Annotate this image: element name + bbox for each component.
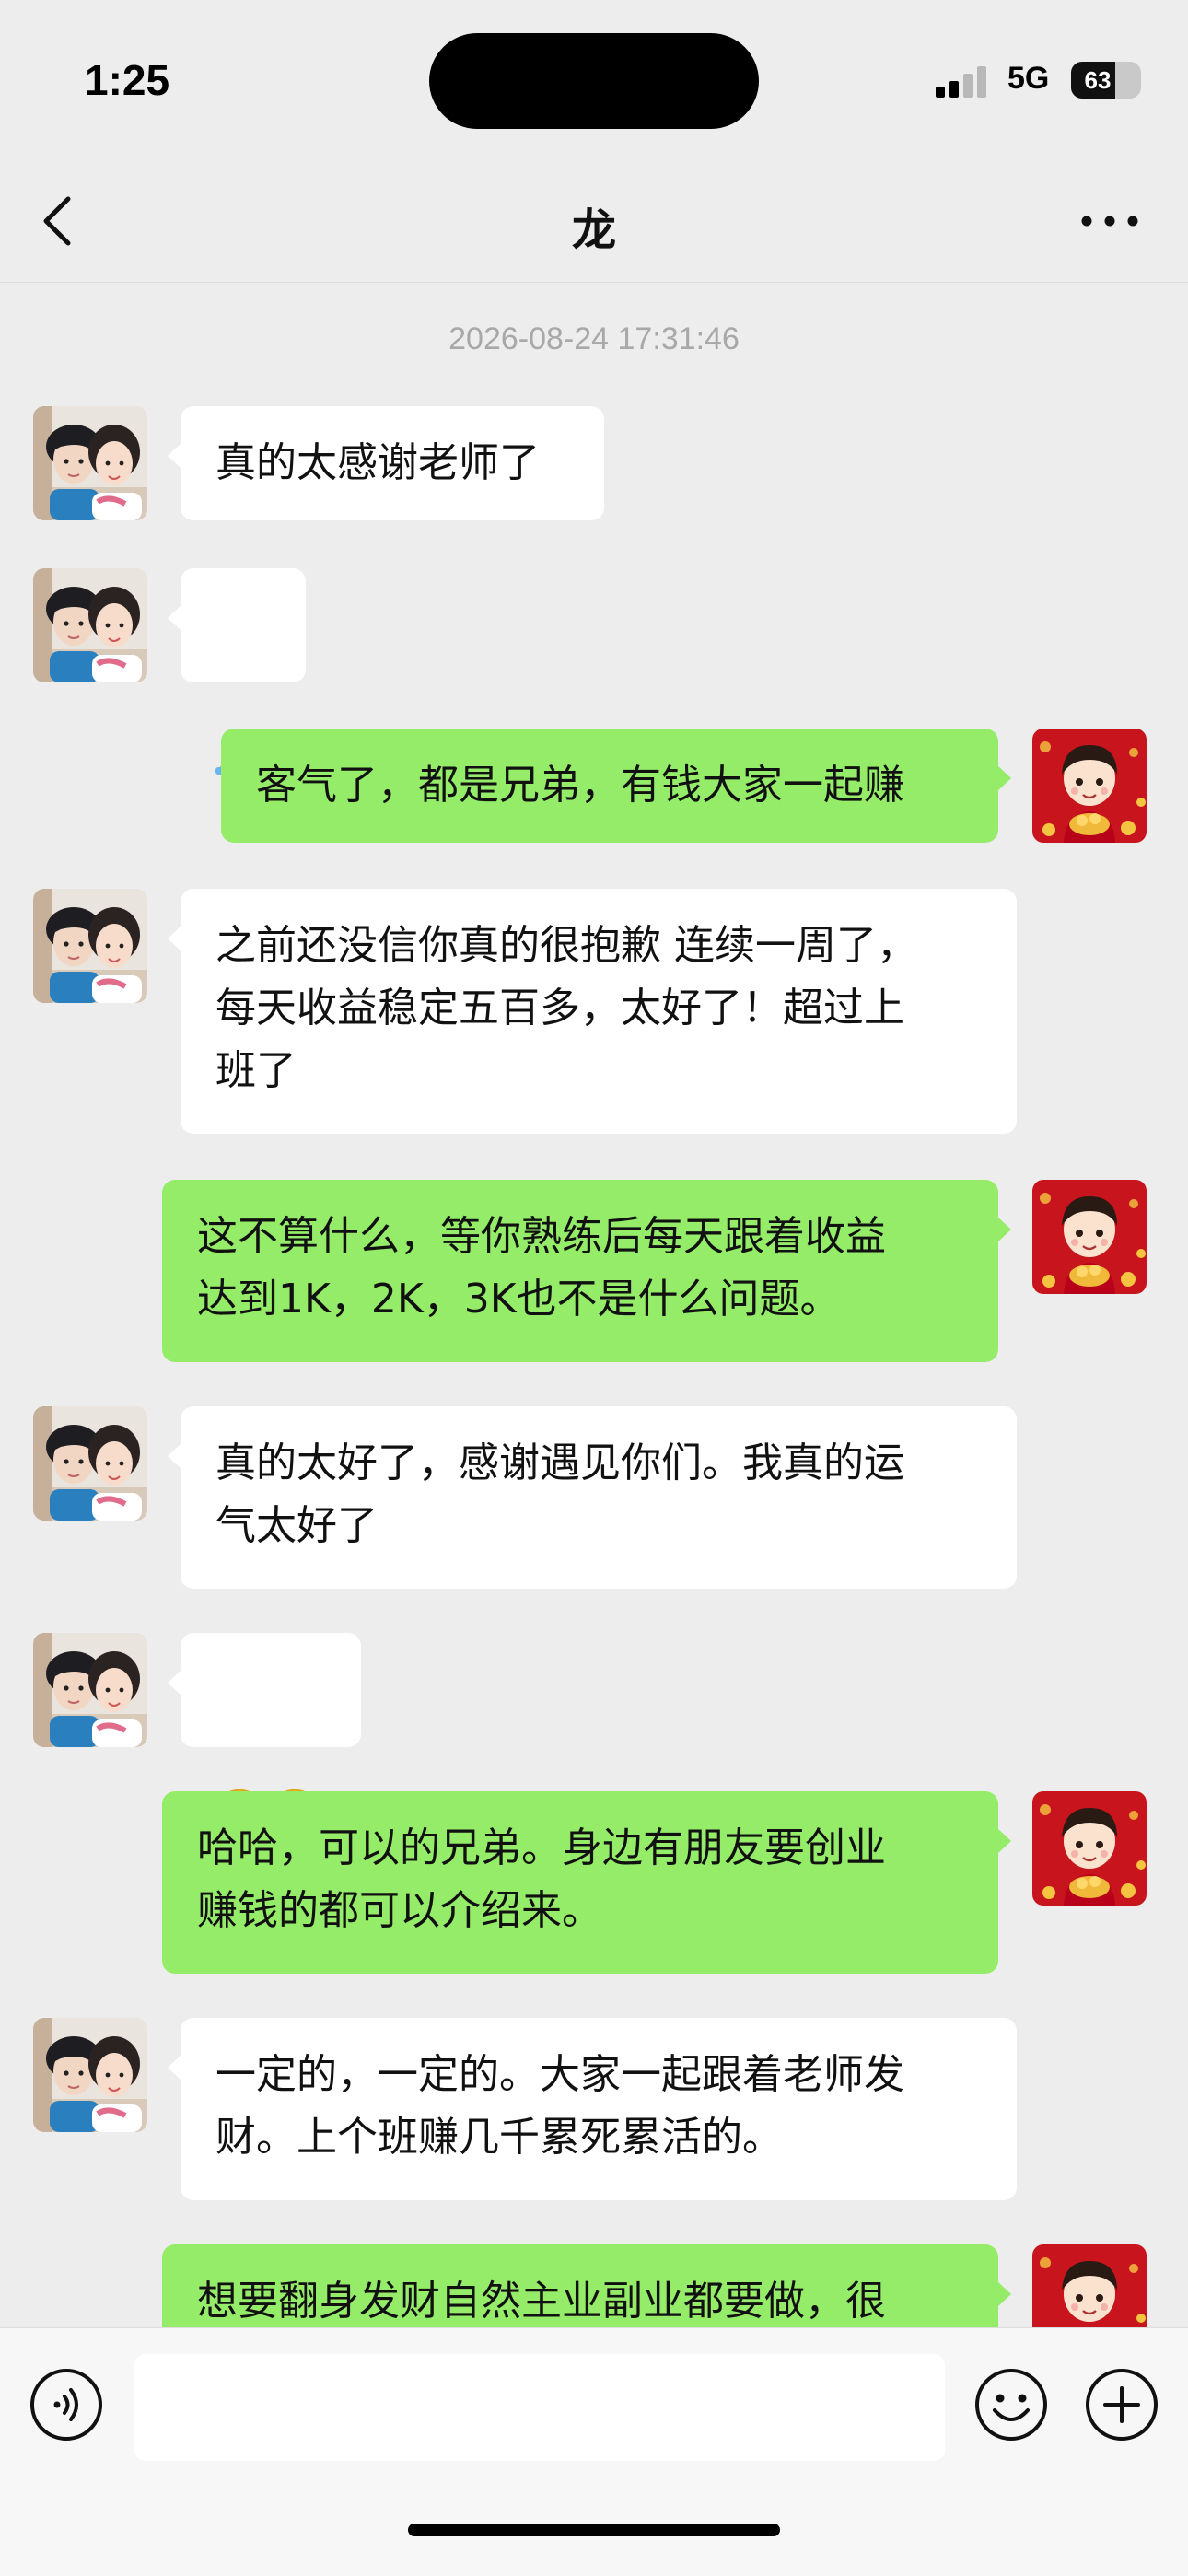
more-button[interactable] — [1077, 203, 1142, 239]
nav-bar: 龙 — [0, 157, 1188, 286]
more-actions-button[interactable] — [1085, 2368, 1159, 2442]
signal-icon — [936, 64, 989, 98]
contact-avatar-image — [33, 406, 147, 520]
network-type: 5G — [1007, 61, 1050, 96]
message-bubble-incoming[interactable]: 一定的，一定的。大家一起跟着老师发 财。上个班赚几千累死累活的。 — [168, 2018, 1017, 2200]
contact-avatar-image — [33, 889, 147, 1003]
contact-avatar[interactable] — [33, 568, 147, 682]
contact-avatar[interactable] — [33, 406, 147, 520]
user-avatar[interactable] — [1032, 729, 1147, 843]
message-bubble-incoming[interactable] — [168, 568, 306, 775]
message-bubble-outgoing[interactable]: 这不算什么，等你熟练后每天跟着收益 达到1K，2K，3K也不是什么问题。 — [162, 1180, 1011, 1362]
contact-avatar-image — [33, 2018, 147, 2132]
contact-avatar-image — [33, 1633, 147, 1747]
input-bar — [0, 2327, 1188, 2576]
contact-avatar[interactable] — [33, 889, 147, 1003]
user-avatar[interactable] — [1032, 1180, 1147, 1294]
voice-button[interactable] — [29, 2368, 103, 2442]
message-bubble-incoming[interactable]: 之前还没信你真的很抱歉 连续一周了， 每天收益稳定五百多，太好了！超过上 班了 — [168, 889, 1017, 1134]
dynamic-island — [429, 33, 759, 129]
message-bubble-outgoing[interactable]: 客气了，都是兄弟，有钱大家一起赚 — [221, 729, 1011, 843]
contact-avatar[interactable] — [33, 1633, 147, 1747]
home-indicator[interactable] — [408, 2524, 780, 2536]
plus-icon — [1086, 2369, 1158, 2441]
battery-level: 63 — [1084, 66, 1112, 94]
user-avatar-image — [1032, 729, 1147, 843]
emoji-button[interactable] — [974, 2368, 1048, 2442]
status-time: 1:25 — [85, 56, 170, 104]
status-bar: 1:25 5G 63 — [0, 0, 1188, 157]
user-avatar-image — [1032, 2244, 1147, 2327]
message-list[interactable]: 2026-08-24 17:31:46 真的太感谢老师了 客气了，都是兄弟，有钱… — [0, 283, 1188, 2327]
message-bubble-outgoing[interactable]: 哈哈，可以的兄弟。身边有朋友要创业 赚钱的都可以介绍来。 — [162, 1791, 1011, 1974]
contact-avatar-image — [33, 1406, 147, 1521]
message-input[interactable] — [134, 2354, 945, 2461]
voice-icon — [30, 2369, 102, 2441]
chat-title: 龙 — [571, 204, 616, 256]
chat-timestamp: 2026-08-24 17:31:46 — [448, 321, 740, 356]
user-avatar[interactable] — [1032, 2244, 1147, 2327]
user-avatar-image — [1032, 1180, 1147, 1294]
more-horizontal-icon — [1081, 216, 1138, 227]
message-bubble-incoming[interactable]: 真的太感谢老师了 — [168, 406, 604, 520]
contact-avatar-image — [33, 568, 147, 682]
message-bubble-outgoing[interactable]: 想要翻身发财自然主业副业都要做，很 — [162, 2244, 1011, 2327]
message-bubble-incoming[interactable]: 真的太好了，感谢遇见你们。我真的运 气太好了 — [168, 1406, 1017, 1589]
smiley-icon — [975, 2369, 1047, 2441]
battery-icon: 63 — [1071, 62, 1141, 99]
message-bubble-incoming[interactable] — [168, 1633, 361, 1842]
user-avatar[interactable] — [1032, 1791, 1147, 1906]
contact-avatar[interactable] — [33, 1406, 147, 1521]
contact-avatar[interactable] — [33, 2018, 147, 2132]
user-avatar-image — [1032, 1791, 1147, 1906]
